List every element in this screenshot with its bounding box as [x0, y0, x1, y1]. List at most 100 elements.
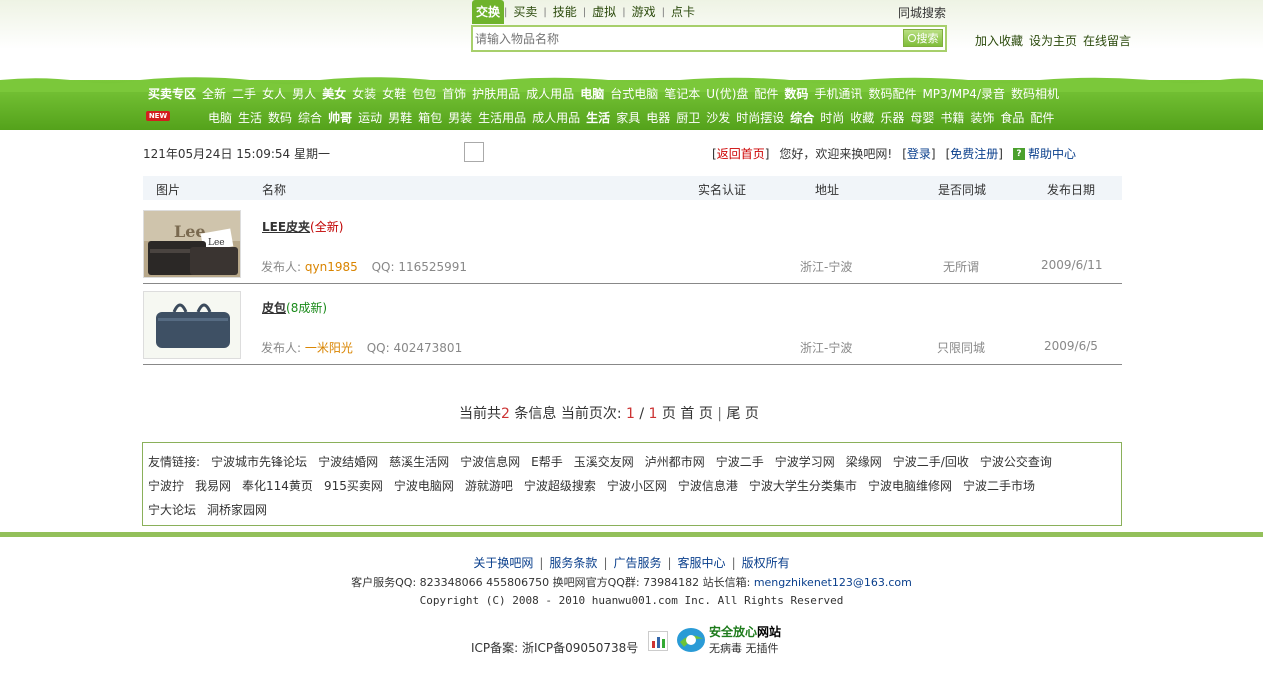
publisher-link[interactable]: qyn1985 — [305, 260, 358, 274]
nav-item[interactable]: 乐器 — [880, 109, 904, 126]
friend-link[interactable]: 宁波结婚网 — [318, 455, 378, 469]
friend-link[interactable]: 泸州都市网 — [645, 455, 705, 469]
friend-link[interactable]: 宁波小区网 — [607, 479, 667, 493]
friend-link[interactable]: 梁缘网 — [846, 455, 882, 469]
set-homepage-link[interactable]: 设为主页 — [1029, 32, 1077, 49]
nav-item[interactable]: 书籍 — [940, 109, 964, 126]
nav-item[interactable]: 女鞋 — [382, 85, 406, 102]
nav-item[interactable]: 女装 — [352, 85, 376, 102]
item-thumbnail[interactable] — [143, 291, 241, 359]
nav-item[interactable]: 台式电脑 — [610, 85, 658, 102]
search-input[interactable] — [473, 27, 903, 50]
footer-link-about[interactable]: 关于换吧网 — [473, 556, 533, 570]
nav-item[interactable]: 时尚 — [820, 109, 844, 126]
help-center-link[interactable]: ? 帮助中心 — [1012, 145, 1076, 162]
nav-item[interactable]: 电脑 — [208, 109, 232, 126]
friend-link[interactable]: 宁大论坛 — [148, 503, 196, 517]
friend-link[interactable]: 宁波信息网 — [460, 455, 520, 469]
nav-category-life[interactable]: 生活 — [586, 109, 610, 126]
add-favorite-link[interactable]: 加入收藏 — [975, 32, 1023, 49]
friend-link[interactable]: 宁波拧 — [148, 479, 184, 493]
nav-item[interactable]: 装饰 — [970, 109, 994, 126]
nav-item[interactable]: 全新 — [202, 85, 226, 102]
item-name-link[interactable]: 皮包 — [262, 301, 286, 315]
friend-link[interactable]: 宁波信息港 — [678, 479, 738, 493]
nav-item[interactable]: 男鞋 — [388, 109, 412, 126]
nav-item[interactable]: 数码配件 — [868, 85, 916, 102]
nav-item[interactable]: 家具 — [616, 109, 640, 126]
footer-link-copyright[interactable]: 版权所有 — [742, 556, 790, 570]
search-tab-game[interactable]: 游戏 — [626, 0, 662, 24]
nav-item[interactable]: 厨卫 — [676, 109, 700, 126]
nav-category-beauty[interactable]: 美女 — [322, 85, 346, 102]
friend-link[interactable]: 游就游吧 — [465, 479, 513, 493]
nav-item[interactable]: 首饰 — [442, 85, 466, 102]
register-link[interactable]: 免费注册 — [950, 147, 998, 161]
login-link[interactable]: 登录 — [907, 147, 931, 161]
search-tab-exchange[interactable]: 交换 — [472, 0, 505, 24]
nav-item[interactable]: 生活 — [238, 109, 262, 126]
footer-link-service[interactable]: 客服中心 — [678, 556, 726, 570]
friend-link[interactable]: 慈溪生活网 — [389, 455, 449, 469]
nav-item[interactable]: 笔记本 — [664, 85, 700, 102]
nav-item[interactable]: MP3/MP4/录音 — [922, 85, 1005, 102]
nav-category-general[interactable]: 综合 — [790, 109, 814, 126]
friend-link[interactable]: 915买卖网 — [324, 479, 383, 493]
nav-item[interactable]: 收藏 — [850, 109, 874, 126]
city-search-link[interactable]: 同城搜索 — [898, 0, 946, 26]
safe-site-badge[interactable]: 安全放心网站 无病毒 无插件 — [676, 623, 781, 656]
nav-item[interactable]: 综合 — [298, 109, 322, 126]
stats-icon[interactable] — [648, 631, 668, 651]
friend-link[interactable]: 宁波城市先锋论坛 — [211, 455, 307, 469]
footer-link-terms[interactable]: 服务条款 — [549, 556, 597, 570]
footer-link-ads[interactable]: 广告服务 — [613, 556, 661, 570]
nav-category-trade[interactable]: 买卖专区 — [148, 85, 196, 102]
nav-item[interactable]: 食品 — [1000, 109, 1024, 126]
friend-link[interactable]: 宁波电脑维修网 — [868, 479, 952, 493]
friend-link[interactable]: 玉溪交友网 — [574, 455, 634, 469]
nav-item[interactable]: 沙发 — [706, 109, 730, 126]
friend-link[interactable]: 奉化114黄页 — [242, 479, 313, 493]
last-page-link[interactable]: 尾 页 — [726, 406, 758, 422]
nav-item[interactable]: 时尚摆设 — [736, 109, 784, 126]
search-tab-virtual[interactable]: 虚拟 — [586, 0, 622, 24]
nav-item[interactable]: 护肤用品 — [472, 85, 520, 102]
nav-item[interactable]: 手机通讯 — [814, 85, 862, 102]
nav-item[interactable]: 男装 — [448, 109, 472, 126]
nav-item[interactable]: 箱包 — [418, 109, 442, 126]
nav-category-computer[interactable]: 电脑 — [580, 85, 604, 102]
nav-item[interactable]: U(优)盘 — [706, 85, 748, 102]
nav-item[interactable]: 运动 — [358, 109, 382, 126]
friend-link[interactable]: 宁波公交查询 — [980, 455, 1052, 469]
friend-link[interactable]: 我易网 — [195, 479, 231, 493]
friend-link[interactable]: E帮手 — [531, 455, 563, 469]
search-tab-trade[interactable]: 买卖 — [507, 0, 543, 24]
item-thumbnail[interactable]: Lee Lee — [143, 210, 241, 278]
nav-item[interactable]: 男人 — [292, 85, 316, 102]
nav-item[interactable]: 成人用品 — [526, 85, 574, 102]
nav-item[interactable]: 配件 — [1030, 109, 1054, 126]
checkbox[interactable] — [464, 142, 484, 162]
nav-item[interactable]: 数码 — [268, 109, 292, 126]
friend-link[interactable]: 宁波学习网 — [775, 455, 835, 469]
nav-item[interactable]: 成人用品 — [532, 109, 580, 126]
nav-item[interactable]: 数码相机 — [1011, 85, 1059, 102]
publisher-link[interactable]: 一米阳光 — [305, 341, 353, 355]
nav-item[interactable]: 配件 — [754, 85, 778, 102]
first-page-link[interactable]: 首 页 — [680, 406, 712, 422]
nav-item[interactable]: 母婴 — [910, 109, 934, 126]
friend-link[interactable]: 宁波二手 — [716, 455, 764, 469]
nav-category-handsome[interactable]: 帅哥 — [328, 109, 352, 126]
friend-link[interactable]: 宁波二手/回收 — [893, 455, 969, 469]
friend-link[interactable]: 宁波二手市场 — [963, 479, 1035, 493]
online-message-link[interactable]: 在线留言 — [1083, 32, 1131, 49]
friend-link[interactable]: 宁波超级搜索 — [524, 479, 596, 493]
nav-item[interactable]: 电器 — [646, 109, 670, 126]
nav-item[interactable]: 二手 — [232, 85, 256, 102]
search-tab-card[interactable]: 点卡 — [665, 0, 701, 24]
search-button[interactable]: 搜索 — [903, 29, 943, 47]
friend-link[interactable]: 宁波大学生分类集市 — [749, 479, 857, 493]
nav-item[interactable]: 包包 — [412, 85, 436, 102]
friend-link[interactable]: 宁波电脑网 — [394, 479, 454, 493]
search-tab-skill[interactable]: 技能 — [547, 0, 583, 24]
